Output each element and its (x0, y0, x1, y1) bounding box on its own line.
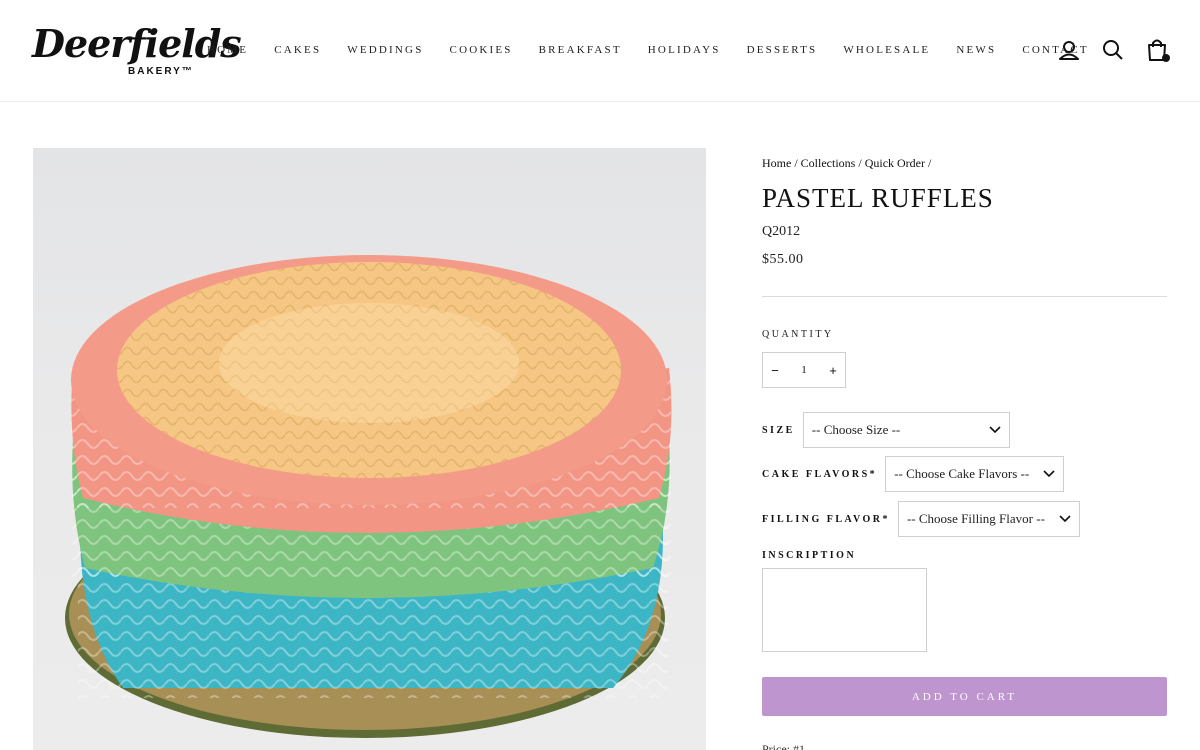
quantity-stepper: − 1 + (762, 352, 846, 388)
cart-count-dot (1162, 54, 1170, 62)
quantity-increase-button[interactable]: + (821, 363, 845, 378)
add-to-cart-button[interactable]: ADD TO CART (762, 677, 1167, 716)
search-icon[interactable] (1102, 38, 1124, 62)
nav-cakes[interactable]: CAKES (274, 44, 321, 56)
divider (762, 296, 1167, 297)
product-details: Home / Collections / Quick Order / PASTEL RUF… (762, 156, 1167, 750)
price-note: Price: #1 (762, 742, 805, 750)
main-nav: HOME CAKES WEDDINGS COOKIES BREAKFAST HO… (207, 44, 1115, 56)
filling-flavor-select[interactable]: -- Choose Filling Flavor -- (897, 501, 1080, 537)
quantity-label: QUANTITY (762, 329, 834, 340)
breadcrumb-collections[interactable]: Collections (801, 156, 856, 170)
account-icon[interactable] (1058, 38, 1080, 62)
nav-desserts[interactable]: DESSERTS (747, 44, 818, 56)
filling-flavor-select-value: -- Choose Filling Flavor -- (906, 511, 1045, 526)
nav-wholesale[interactable]: WHOLESALE (843, 44, 930, 56)
breadcrumb-home[interactable]: Home (762, 156, 791, 170)
product-sku: Q2012 (762, 224, 801, 239)
size-label: SIZE (762, 424, 795, 436)
nav-cookies[interactable]: COOKIES (450, 44, 513, 56)
quantity-input[interactable]: 1 (792, 364, 816, 376)
size-option: SIZE -- Choose Size -- (762, 412, 1010, 448)
size-select[interactable]: -- Choose Size -- (802, 412, 1010, 448)
cart-icon[interactable] (1146, 38, 1170, 62)
header-actions (1058, 38, 1170, 62)
quantity-decrease-button[interactable]: − (763, 363, 787, 378)
product-title: PASTEL RUFFLES (762, 183, 994, 213)
filling-flavor-option: FILLING FLAVOR* -- Choose Filling Flavor… (762, 501, 1080, 537)
product-price: $55.00 (762, 252, 804, 267)
product-image[interactable] (33, 148, 706, 750)
chevron-down-icon (989, 426, 1001, 434)
filling-flavor-label: FILLING FLAVOR* (762, 513, 890, 525)
site-header: Deerfields BAKERY™ HOME CAKES WEDDINGS C… (0, 0, 1200, 102)
inscription-textarea[interactable] (762, 568, 927, 652)
cake-flavors-option: CAKE FLAVORS* -- Choose Cake Flavors -- (762, 456, 1065, 492)
cake-flavors-select[interactable]: -- Choose Cake Flavors -- (885, 456, 1065, 492)
cake-flavors-label: CAKE FLAVORS* (762, 468, 878, 480)
size-select-value: -- Choose Size -- (811, 422, 901, 437)
inscription-label: INSCRIPTION (762, 550, 857, 561)
nav-home[interactable]: HOME (207, 44, 248, 56)
brand-logo[interactable]: Deerfields BAKERY™ (32, 22, 242, 82)
logo-subtitle: BAKERY™ (128, 66, 194, 77)
nav-weddings[interactable]: WEDDINGS (347, 44, 423, 56)
breadcrumb-quick-order[interactable]: Quick Order (865, 156, 925, 170)
nav-breakfast[interactable]: BREAKFAST (539, 44, 622, 56)
breadcrumb: Home / Collections / Quick Order / (762, 156, 932, 170)
nav-holidays[interactable]: HOLIDAYS (648, 44, 721, 56)
chevron-down-icon (1059, 515, 1071, 523)
nav-news[interactable]: NEWS (956, 44, 996, 56)
chevron-down-icon (1043, 470, 1055, 478)
cake-flavors-select-value: -- Choose Cake Flavors -- (894, 466, 1030, 481)
